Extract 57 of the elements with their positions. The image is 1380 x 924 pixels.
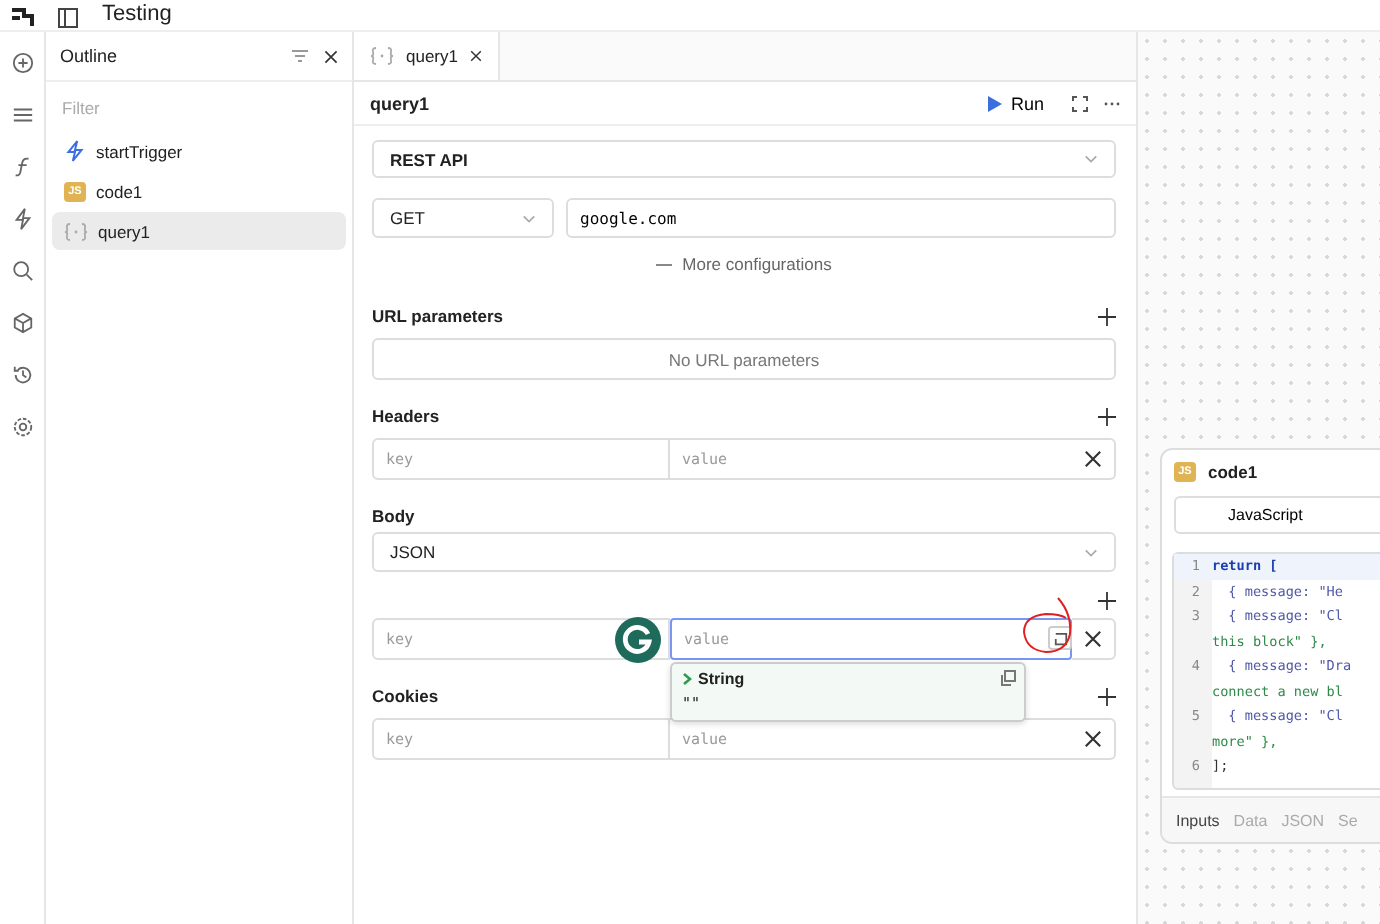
remove-button[interactable] xyxy=(1072,718,1116,760)
app-title: Testing xyxy=(102,4,172,26)
braces-icon xyxy=(370,46,394,66)
close-icon xyxy=(1084,450,1102,468)
section-label: URL parameters xyxy=(372,306,504,326)
history-icon[interactable] xyxy=(11,364,33,386)
add-icon[interactable] xyxy=(1098,592,1116,610)
assistant-logo-icon[interactable] xyxy=(614,616,662,664)
url-field[interactable]: google.com xyxy=(566,198,1116,238)
section-label: Cookies xyxy=(372,686,439,706)
filter-icon[interactable] xyxy=(292,50,308,62)
expand-button[interactable] xyxy=(1048,626,1072,650)
body-type-select[interactable]: JSON xyxy=(372,532,1116,572)
close-icon xyxy=(1084,630,1102,648)
add-icon[interactable] xyxy=(1098,307,1116,325)
panel-title: Outline xyxy=(60,46,120,66)
chevron-down-icon xyxy=(522,213,536,223)
empty-message: No URL parameters xyxy=(372,338,1116,380)
query-title: query1 xyxy=(370,93,432,113)
settings-icon[interactable] xyxy=(11,416,33,438)
language-select[interactable]: JavaScript xyxy=(1174,496,1380,534)
remove-button[interactable] xyxy=(1072,438,1116,480)
add-icon[interactable] xyxy=(11,52,33,74)
block-title: code1 xyxy=(1208,462,1258,482)
copy-icon[interactable] xyxy=(1000,670,1016,686)
cube-icon[interactable] xyxy=(11,312,33,334)
lightning-icon xyxy=(64,140,86,162)
section-label: Body xyxy=(372,506,415,526)
fullscreen-icon[interactable] xyxy=(1072,95,1088,111)
remove-button[interactable] xyxy=(1072,618,1116,660)
outline-item[interactable]: startTrigger xyxy=(52,132,346,170)
function-icon[interactable] xyxy=(11,156,33,178)
resource-select[interactable]: REST API xyxy=(372,140,1116,178)
more-configurations-button[interactable]: More configurations xyxy=(656,254,832,274)
add-icon[interactable] xyxy=(1098,687,1116,705)
run-button[interactable]: Run xyxy=(988,93,1044,113)
add-icon[interactable] xyxy=(1098,407,1116,425)
panel-tab[interactable]: Inputs xyxy=(1176,811,1220,829)
chevron-down-icon xyxy=(1084,547,1098,557)
play-icon xyxy=(988,95,1003,111)
type-label: String xyxy=(698,670,745,688)
close-icon[interactable] xyxy=(470,50,482,62)
sidebar-toggle-icon[interactable] xyxy=(58,8,78,28)
lightning-icon[interactable] xyxy=(11,208,33,230)
menu-icon[interactable] xyxy=(11,104,33,126)
method-select[interactable]: GET xyxy=(372,198,554,238)
editor-tab[interactable]: query1 xyxy=(354,32,500,80)
logo-icon[interactable] xyxy=(12,8,34,28)
search-icon[interactable] xyxy=(11,260,33,282)
chevron-down-icon xyxy=(1084,154,1098,164)
close-icon xyxy=(1084,730,1102,748)
close-icon[interactable] xyxy=(324,49,338,63)
chevron-right-icon xyxy=(682,672,692,686)
section-label: Headers xyxy=(372,406,440,426)
outline-item[interactable]: query1 xyxy=(52,212,346,250)
braces-icon xyxy=(64,221,88,241)
expand-icon xyxy=(1053,631,1067,645)
